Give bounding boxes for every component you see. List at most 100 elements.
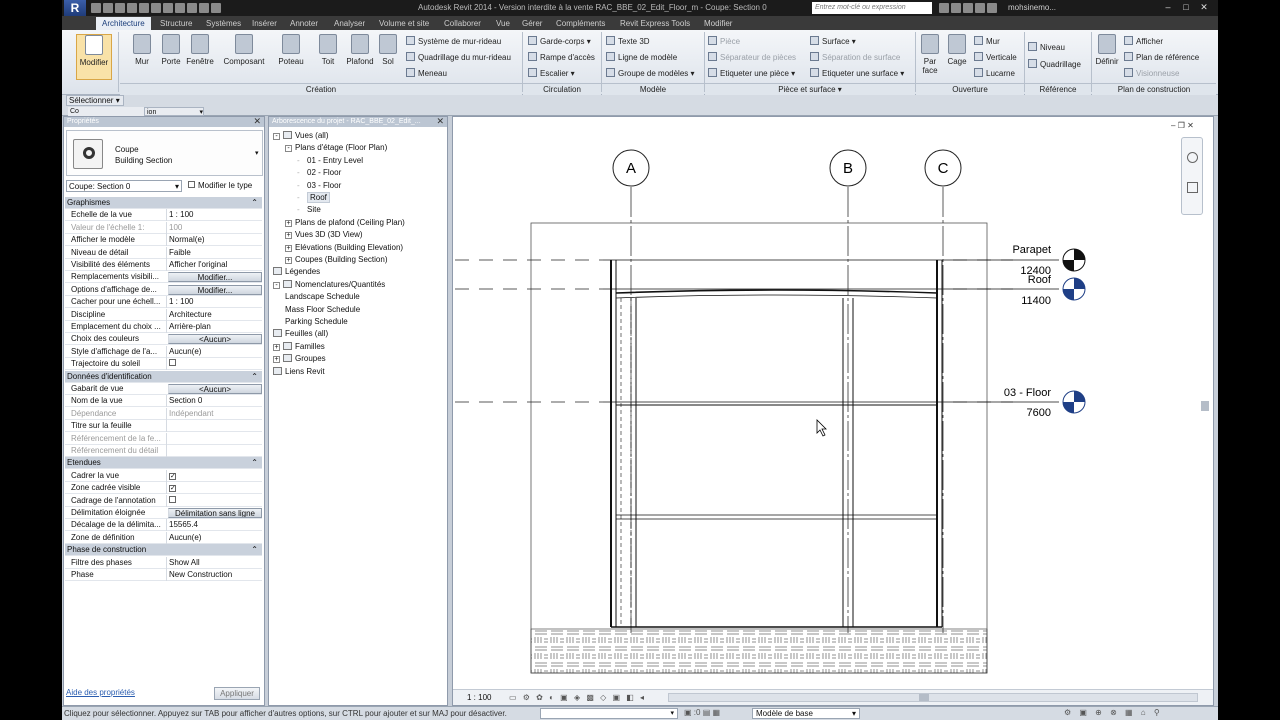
vertical-opening-button[interactable]: Verticale — [974, 52, 1017, 62]
browser-item[interactable]: -02 - Floor — [297, 168, 341, 177]
expand-icon[interactable]: + — [285, 244, 292, 252]
tag-area-button[interactable]: Etiqueter une surface ▾ — [810, 68, 904, 78]
shaft-button[interactable]: Cage — [944, 34, 970, 66]
property-value[interactable]: Aucun(e) — [166, 531, 264, 544]
switch-windows-icon[interactable] — [211, 3, 221, 13]
property-value[interactable]: Faible — [166, 246, 264, 259]
tab-analyser[interactable]: Analyser — [328, 17, 371, 30]
property-value[interactable]: Aucun(e) — [166, 345, 264, 358]
tab-structure[interactable]: Structure — [154, 17, 198, 30]
set-workplane-button[interactable]: Définir — [1094, 34, 1120, 66]
tab-annoter[interactable]: Annoter — [284, 17, 324, 30]
collapse-icon[interactable]: ⌃ — [251, 197, 258, 209]
property-button[interactable]: Modifier... — [168, 284, 262, 295]
minimize-icon[interactable]: – — [1160, 1, 1176, 14]
view-control-icons[interactable]: ▭ ⚙ ✿ ◐ ▣ ◈ ▩ ◇ ▣ ◧ ◂ — [509, 693, 646, 702]
level-head-parapet[interactable]: Parapet 12400 — [1012, 244, 1086, 277]
exchange-icon[interactable] — [975, 3, 985, 13]
worksets-icon[interactable]: ▦ — [713, 708, 721, 717]
browser-item[interactable]: - Site — [297, 205, 321, 214]
browser-item[interactable]: + Familles — [273, 341, 325, 351]
user-icon[interactable] — [987, 3, 997, 13]
browser-item[interactable]: Landscape Schedule — [285, 292, 360, 301]
property-checkbox[interactable] — [166, 494, 264, 507]
property-value[interactable]: Arrière-plan — [166, 321, 264, 333]
property-value[interactable]: 1 : 100 — [166, 296, 264, 309]
door-button[interactable]: Porte — [158, 34, 184, 66]
scroll-thumb[interactable] — [1201, 401, 1209, 411]
ramp-button[interactable]: Rampe d'accès — [528, 52, 595, 62]
tab-gerer[interactable]: Gérer — [516, 17, 548, 30]
checkbox[interactable]: ✓ — [169, 485, 176, 493]
restore-icon[interactable]: ❐ — [1178, 121, 1185, 130]
wall-opening-button[interactable]: Mur — [974, 36, 1000, 46]
browser-item[interactable]: Parking Schedule — [285, 317, 348, 326]
browser-item[interactable]: - Plans d'étage (Floor Plan) — [285, 143, 387, 153]
stair-button[interactable]: Escalier ▾ — [528, 68, 575, 78]
tag-room-button[interactable]: Etiqueter une pièce ▾ — [708, 68, 795, 78]
model-text-button[interactable]: Texte 3D — [606, 36, 650, 46]
close-icon[interactable]: ✕ — [253, 116, 261, 126]
close-icon[interactable]: ✕ — [1196, 1, 1212, 14]
level-head-03-floor[interactable]: 03 - Floor 7600 — [1004, 387, 1086, 419]
expand-icon[interactable]: + — [285, 232, 292, 240]
property-value[interactable] — [166, 420, 264, 433]
grid-bubble-b[interactable]: B — [829, 149, 867, 187]
browser-item[interactable]: + Plans de plafond (Ceiling Plan) — [285, 218, 405, 227]
property-value[interactable]: Architecture — [166, 308, 264, 321]
grid-button[interactable]: Quadrillage — [1028, 59, 1081, 69]
model-line-button[interactable]: Ligne de modèle — [606, 52, 677, 62]
column-button[interactable]: Poteau — [276, 34, 306, 66]
browser-item[interactable]: - Nomenclatures/Quantités — [273, 279, 385, 289]
binoculars-icon[interactable] — [939, 3, 949, 13]
maximize-icon[interactable]: □ — [1178, 1, 1194, 14]
property-checkbox[interactable]: ✓ — [166, 469, 264, 482]
curtain-grid-button[interactable]: Quadrillage du mur-rideau — [406, 52, 511, 62]
property-section[interactable]: Données d'identification ⌃ — [65, 370, 262, 383]
revit-logo-icon[interactable]: R — [64, 0, 86, 16]
ceiling-button[interactable]: Plafond — [344, 34, 376, 66]
property-value[interactable]: 15565.4 — [166, 519, 264, 532]
property-button[interactable]: <Aucun> — [168, 384, 262, 394]
tab-complements[interactable]: Compléments — [550, 17, 611, 30]
type-selector[interactable]: Coupe Building Section ▾ — [66, 130, 263, 176]
scroll-thumb[interactable] — [919, 694, 929, 701]
property-button[interactable]: Délimitation sans ligne — [168, 508, 262, 518]
room-button[interactable]: Pièce — [708, 36, 740, 46]
property-button[interactable]: Modifier... — [168, 272, 262, 283]
text-icon[interactable] — [163, 3, 173, 13]
collapse-icon[interactable]: ⌃ — [251, 544, 258, 556]
browser-item[interactable]: - Vues (all) — [273, 131, 329, 140]
context-field[interactable]: Co — [68, 107, 150, 116]
browser-item[interactable]: Feuilles (all) — [273, 329, 328, 338]
measure-icon[interactable] — [151, 3, 161, 13]
room-separator-button[interactable]: Séparateur de pièces — [708, 52, 796, 62]
checkbox[interactable] — [169, 359, 176, 367]
browser-item[interactable]: + Vues 3D (3D View) — [285, 230, 363, 240]
browser-item[interactable]: Liens Revit — [273, 366, 325, 376]
floor-button[interactable]: Sol — [378, 34, 398, 66]
level-button[interactable]: Niveau — [1028, 42, 1065, 52]
properties-help-link[interactable]: Aide des propriétés — [66, 688, 135, 697]
browser-item[interactable]: + Elévations (Building Elevation) — [285, 243, 403, 252]
grid-bubble-c[interactable]: C — [924, 149, 962, 187]
workset-dropdown[interactable]: Modèle de base ▾ — [752, 708, 860, 719]
browser-item[interactable]: + Coupes (Building Section) — [285, 255, 388, 264]
instance-selector[interactable]: Coupe: Section 0 ▾ — [66, 180, 182, 192]
expand-icon[interactable]: + — [273, 343, 280, 351]
minimize-icon[interactable]: – — [1171, 121, 1175, 130]
expand-icon[interactable]: + — [273, 356, 280, 364]
browser-item[interactable]: -03 - Floor — [297, 181, 341, 190]
zoom-icon[interactable] — [1187, 182, 1198, 193]
browser-item[interactable]: Légendes — [273, 267, 320, 276]
model-group-button[interactable]: Groupe de modèles ▾ — [606, 68, 695, 78]
editable-only-icon[interactable]: ▣ — [684, 708, 692, 717]
collapse-icon[interactable]: - — [273, 281, 280, 289]
save-icon[interactable] — [103, 3, 113, 13]
redo-icon[interactable] — [127, 3, 137, 13]
tab-inserer[interactable]: Insérer — [246, 17, 283, 30]
tab-revit-express-tools[interactable]: Revit Express Tools — [614, 17, 696, 30]
apply-button[interactable]: Appliquer — [214, 687, 260, 700]
property-value[interactable]: Normal(e) — [166, 234, 264, 247]
viewer-button[interactable]: Visionneuse — [1124, 68, 1179, 78]
